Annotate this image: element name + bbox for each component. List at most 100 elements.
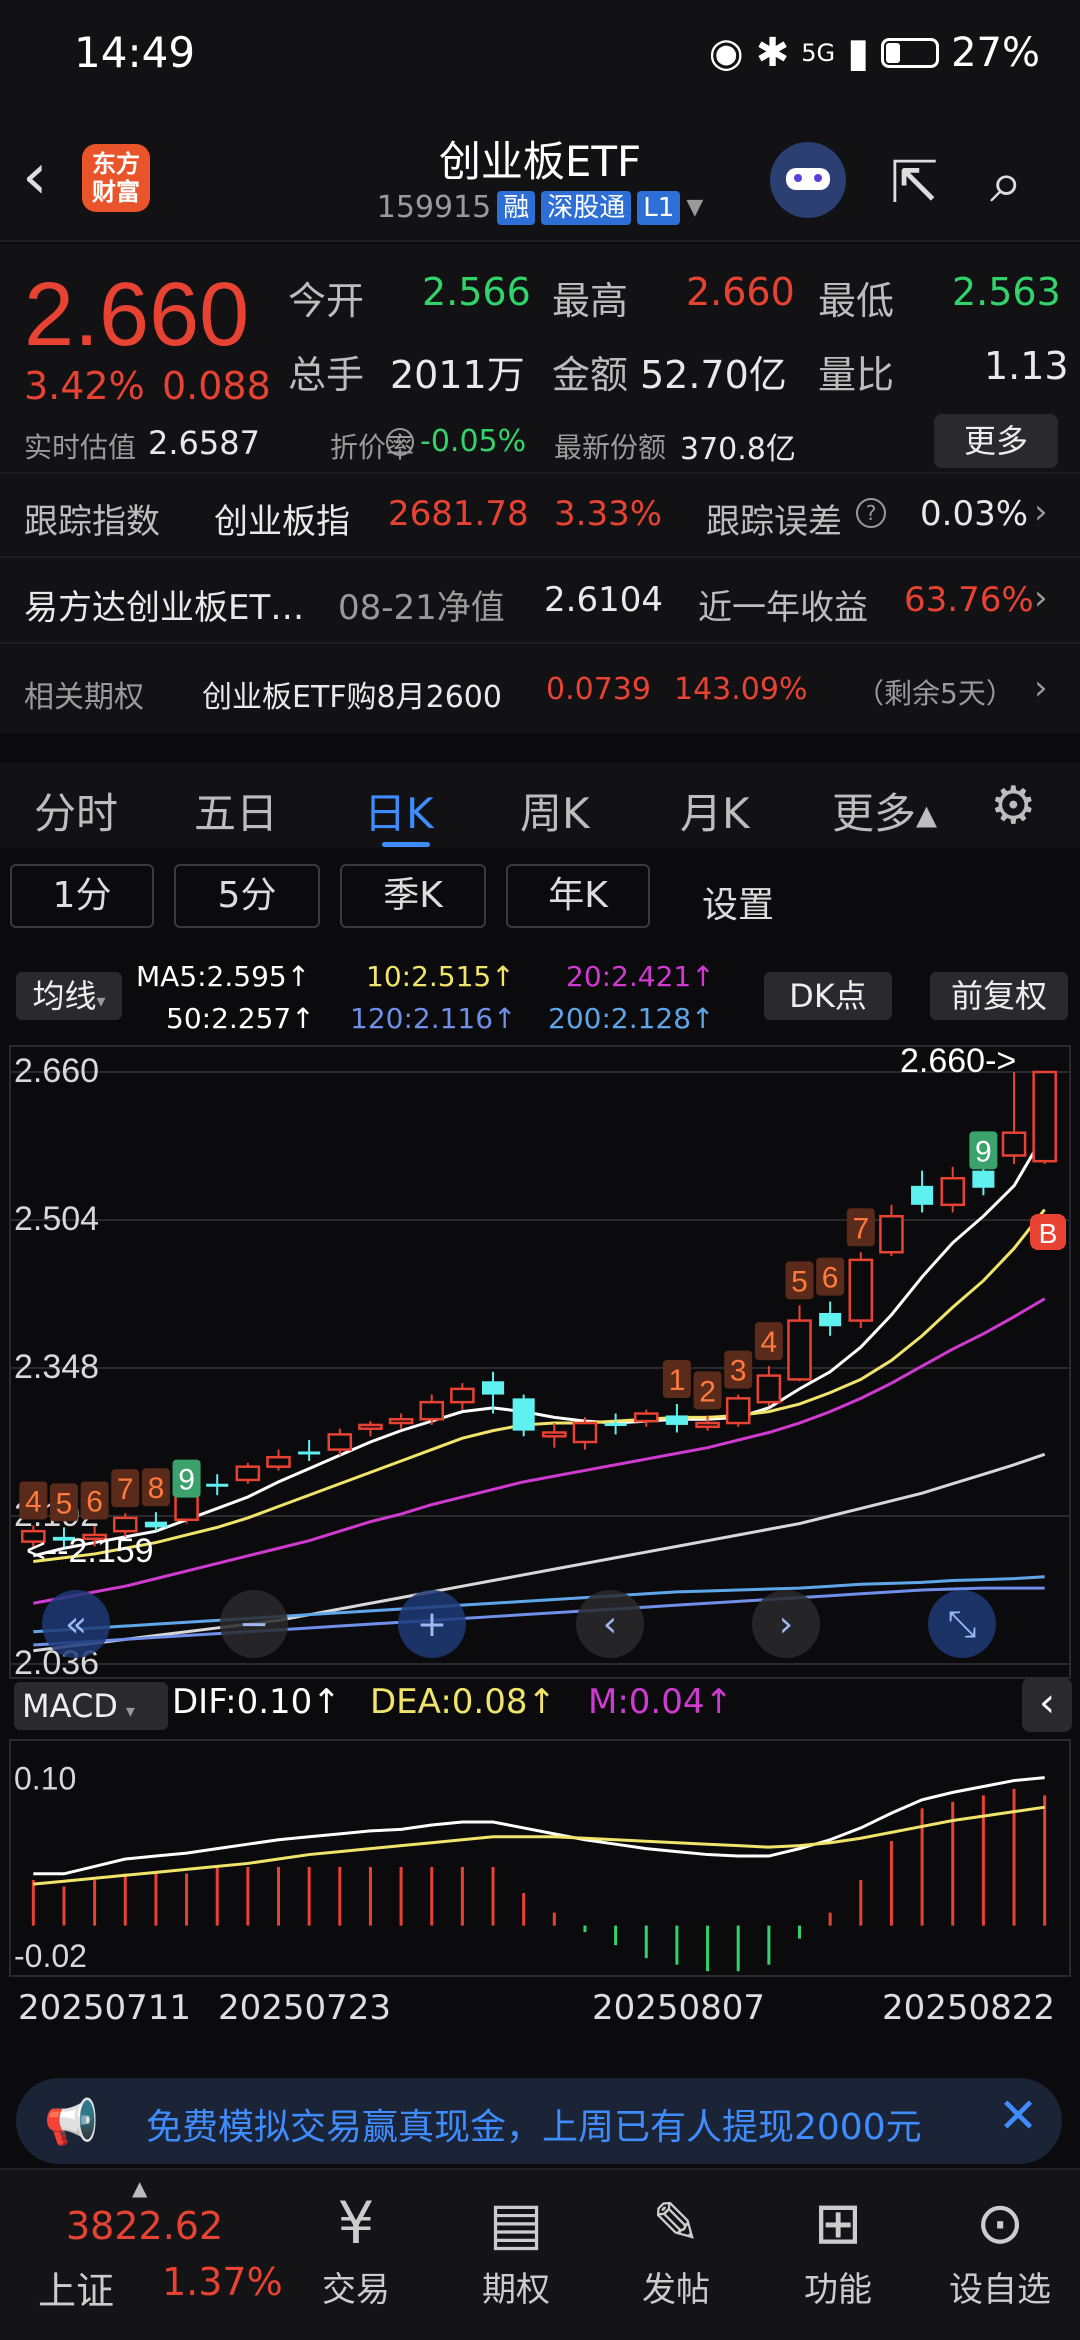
macd-y-tick-label: 0.10 (14, 1761, 76, 1797)
td-count-label: 8 (148, 1472, 165, 1505)
more-circle-icon: ⊙ (975, 2189, 1025, 2257)
zoom-out-icon[interactable]: − (239, 1604, 269, 1645)
shares-label: 最新份额 (554, 431, 667, 464)
index-name: 上证 (38, 2269, 115, 2313)
close-icon[interactable]: ✕ (998, 2088, 1038, 2144)
candle-body-down (298, 1451, 321, 1455)
candle-body-down (144, 1521, 167, 1528)
candle-body-up (1032, 1070, 1057, 1163)
low-value: 2.563 (952, 270, 1061, 314)
tab-five-day[interactable]: 五日 (194, 780, 278, 841)
td-count-label: 5 (56, 1487, 73, 1520)
nav-post[interactable]: ✎ 发帖 (616, 2184, 736, 2311)
promo-banner[interactable]: 📢 免费模拟交易赢真现金，上周已有人提现2000元 ✕ (16, 2078, 1062, 2164)
promo-text: 免费模拟交易赢真现金，上周已有人提现2000元 (146, 2107, 922, 2148)
td-count-label: 5 (791, 1265, 808, 1298)
change-percent: 3.42% (24, 364, 145, 408)
ma-selector[interactable]: 均线▾ (16, 972, 122, 1020)
td-count-label: 4 (761, 1326, 778, 1359)
candle-body-up (358, 1423, 383, 1430)
info-icon[interactable]: ⋯ (386, 428, 414, 456)
candle-body-up (1001, 1131, 1027, 1157)
tag-level: L1 (637, 190, 681, 225)
y-tick-label: 2.660 (14, 1052, 99, 1090)
low-label: 最低 (818, 279, 895, 323)
y-tick-label: 2.348 (14, 1348, 99, 1386)
open-value: 2.566 (422, 270, 531, 314)
date-label: 20250723 (218, 1988, 392, 2028)
share-icon[interactable]: ⇱ (890, 148, 939, 216)
tag-connect: 深股通 (541, 190, 632, 225)
candle-body-up (787, 1319, 812, 1381)
td-count-label: 6 (86, 1485, 103, 1518)
period-selector: 1分 5分 季K 年K 设置 (0, 848, 1080, 958)
tab-intraday[interactable]: 分时 (34, 780, 118, 841)
candle-body-up (879, 1214, 904, 1254)
fund-row[interactable]: 易方达创业板ET… 08-21净值 2.6104 近一年收益 63.76% › (0, 556, 1080, 642)
chart-background (0, 1044, 1080, 1684)
candle-body-down (972, 1170, 995, 1188)
fullscreen-icon[interactable]: ⤡ (948, 1604, 977, 1645)
macd-chart[interactable]: 0.10 -0.02 (0, 1738, 1080, 1980)
high-price-annotation: 2.660-> (900, 1044, 1016, 1080)
ma50-value: 50:2.257↑ (166, 1002, 315, 1035)
tab-more[interactable]: 更多▴ (832, 780, 937, 841)
dif-value: DIF:0.10↑ (172, 1682, 341, 1722)
volume-value: 2011万 (390, 353, 525, 397)
candle-body-up (695, 1421, 720, 1429)
quote-panel: 2.660 3.42% 0.088 今开 2.566 最高 2.660 最低 2… (0, 244, 1080, 472)
candle-body-up (174, 1493, 199, 1522)
candle-body-up (235, 1465, 261, 1482)
zoom-in-icon[interactable]: + (417, 1604, 447, 1645)
prev-icon[interactable]: ‹ (603, 1604, 617, 1645)
next-icon[interactable]: › (779, 1604, 793, 1645)
td-count-label: 1 (669, 1364, 686, 1397)
candle-body-down (206, 1483, 229, 1487)
option-row[interactable]: 相关期权 创业板ETF购8月2600 0.0739 143.09% （剩余5天）… (0, 642, 1080, 734)
date-axis: 20250711 20250723 20250807 20250822 (0, 1980, 1080, 2040)
security-code: 159915 (376, 190, 492, 225)
help-icon[interactable]: ? (856, 498, 886, 528)
iopv-value: 2.6587 (148, 424, 260, 462)
eye-icon: ◉ (708, 30, 744, 76)
index-ticker[interactable]: ▲ 3822.62 上证 1.37% (20, 2170, 283, 2340)
period-quarter-k[interactable]: 季K (340, 864, 486, 928)
adjust-price-button[interactable]: 前复权 (930, 972, 1068, 1020)
candle-body-up (388, 1417, 414, 1425)
indicator-selector-label: MACD (22, 1687, 118, 1725)
tab-daily-k[interactable]: 日K (364, 780, 434, 841)
candlestick-chart[interactable]: 2.6602.5042.3482.1922.036 2.660-><--2.15… (0, 1044, 1080, 1684)
megaphone-icon: 📢 (44, 2097, 99, 2148)
nav-options-label: 期权 (482, 2270, 550, 2310)
high-label: 最高 (552, 279, 629, 323)
assistant-robot-icon[interactable] (770, 142, 846, 218)
indicator-selector[interactable]: MACD ▾ (14, 1682, 168, 1730)
collapse-left-icon[interactable]: ‹ (1022, 1678, 1072, 1732)
period-5min[interactable]: 5分 (174, 864, 320, 928)
option-name: 创业板ETF购8月2600 (202, 680, 502, 715)
tracking-row[interactable]: 跟踪指数 创业板指 2681.78 3.33% 跟踪误差 ? 0.03% › (0, 472, 1080, 556)
more-button[interactable]: 更多 (934, 414, 1058, 468)
period-settings[interactable]: 设置 (702, 876, 774, 928)
scroll-left-icon[interactable]: « (65, 1604, 87, 1645)
nav-add-watch[interactable]: ⊙ 设自选 (940, 2184, 1060, 2311)
chevron-right-icon: › (1034, 668, 1048, 708)
nav-trade[interactable]: ¥ 交易 (296, 2184, 416, 2311)
tab-monthly-k[interactable]: 月K (680, 780, 750, 841)
dk-point-button[interactable]: DK点 (764, 972, 892, 1020)
td-count-label: 9 (975, 1135, 992, 1168)
candle-body-up (327, 1433, 353, 1451)
status-icons: ◉ ✱ 5G ▮ 27% (709, 30, 1040, 76)
period-year-k[interactable]: 年K (506, 864, 650, 928)
nav-functions[interactable]: ⊞ 功能 (778, 2184, 898, 2311)
macd-background (0, 1738, 1080, 1980)
ma-legend: 均线▾ MA5:2.595↑ 10:2.515↑ 20:2.421↑ 50:2.… (0, 960, 1080, 1040)
iopv-label: 实时估值 (24, 431, 137, 464)
settings-gear-icon[interactable]: ⚙ (990, 776, 1037, 836)
period-1min[interactable]: 1分 (10, 864, 154, 928)
fund-nav-value: 2.6104 (544, 580, 663, 620)
candle-body-up (112, 1516, 138, 1533)
search-icon[interactable]: ⌕ (990, 148, 1022, 217)
nav-options[interactable]: ▤ 期权 (456, 2184, 576, 2311)
tab-weekly-k[interactable]: 周K (520, 780, 590, 841)
